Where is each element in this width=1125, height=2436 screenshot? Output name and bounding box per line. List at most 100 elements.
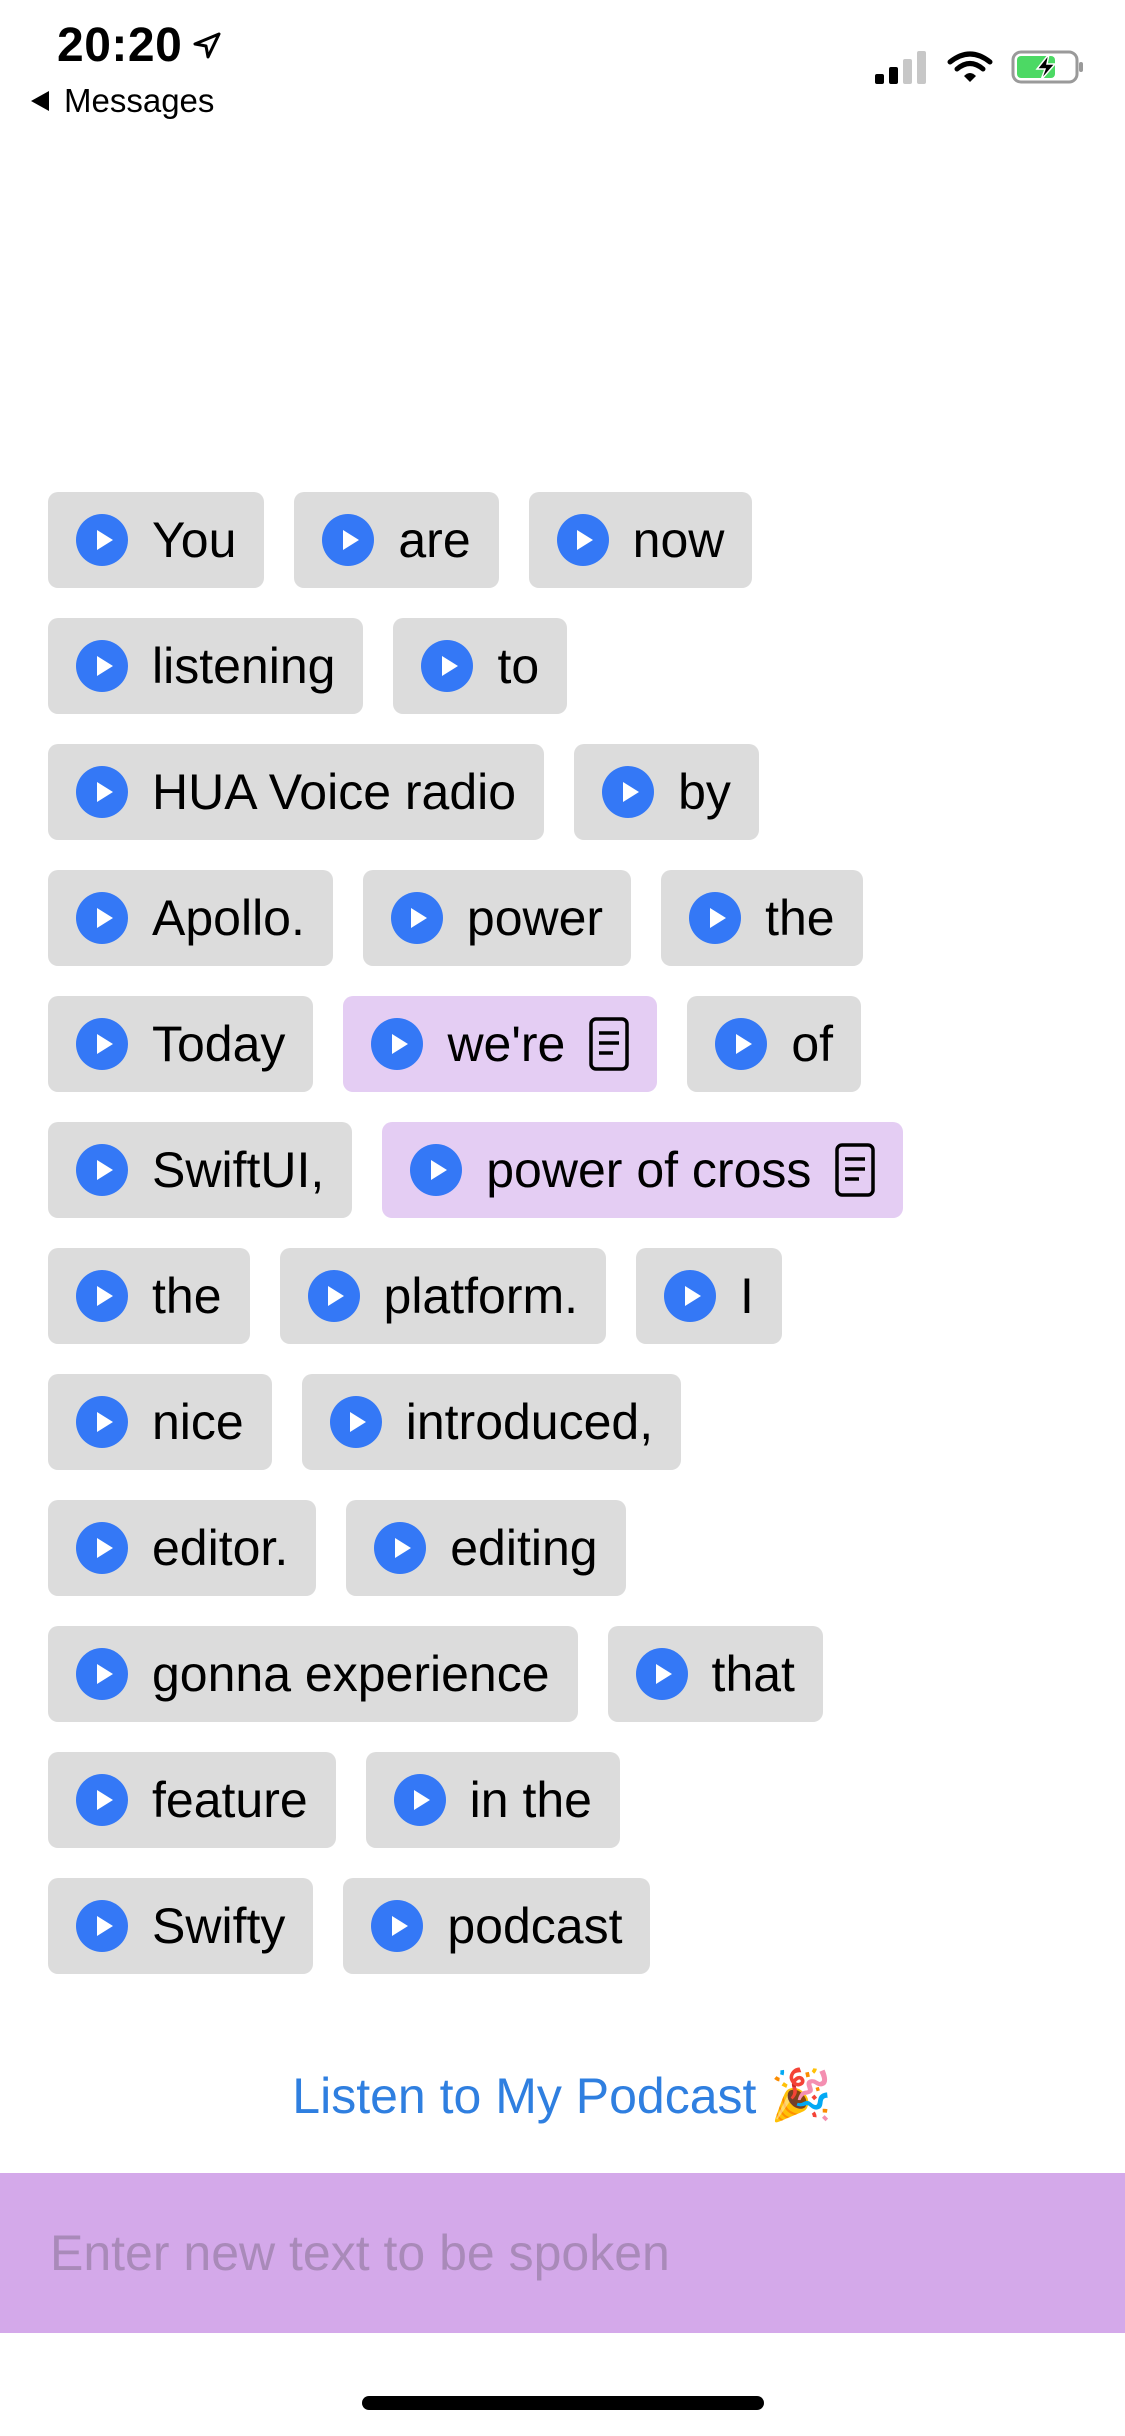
word-chip[interactable]: feature xyxy=(48,1752,336,1848)
word-chip-label: Swifty xyxy=(152,1898,286,1954)
play-icon[interactable] xyxy=(393,1774,446,1826)
word-chip[interactable]: of xyxy=(687,996,862,1092)
chip-row: Today we're of xyxy=(48,996,1088,1092)
chip-row: editor. editing xyxy=(48,1500,1088,1596)
clock: 20:20 xyxy=(57,19,183,72)
play-icon[interactable] xyxy=(76,640,128,692)
word-chip[interactable]: Swifty xyxy=(48,1878,314,1974)
word-chip[interactable]: power of cross xyxy=(382,1122,904,1218)
chip-row: SwiftUI, power of cross xyxy=(48,1122,1088,1218)
document-icon xyxy=(835,1143,876,1197)
word-chip[interactable]: editing xyxy=(346,1500,626,1596)
play-icon[interactable] xyxy=(76,766,128,818)
word-chip[interactable]: by xyxy=(574,744,759,840)
play-icon[interactable] xyxy=(322,514,375,566)
play-icon[interactable] xyxy=(76,1900,128,1952)
play-icon[interactable] xyxy=(76,892,128,944)
word-chip[interactable]: that xyxy=(607,1626,823,1722)
word-chip[interactable]: You xyxy=(48,492,265,588)
play-icon[interactable] xyxy=(421,640,474,692)
word-chip-label: to xyxy=(497,638,540,694)
word-chip[interactable]: HUA Voice radio xyxy=(48,744,545,840)
word-chip[interactable]: we're xyxy=(343,996,658,1092)
chip-row: nice introduced, xyxy=(48,1374,1088,1470)
word-chip[interactable]: nice xyxy=(48,1374,272,1470)
play-icon[interactable] xyxy=(307,1270,360,1322)
word-chip[interactable]: to xyxy=(393,618,568,714)
word-chip[interactable]: in the xyxy=(365,1752,620,1848)
home-indicator[interactable] xyxy=(362,2396,764,2410)
word-chip[interactable]: the xyxy=(48,1248,250,1344)
word-chip[interactable]: editor. xyxy=(48,1500,317,1596)
play-icon[interactable] xyxy=(76,1396,128,1448)
word-chip-label: by xyxy=(678,764,731,820)
back-triangle-icon xyxy=(30,82,50,120)
party-popper-emoji: 🎉 xyxy=(770,2067,833,2123)
battery-charging-icon xyxy=(1011,50,1085,84)
chip-row: Apollo. power the xyxy=(48,870,1088,966)
word-chip-label: that xyxy=(711,1646,795,1702)
word-chip[interactable]: platform. xyxy=(279,1248,607,1344)
play-icon[interactable] xyxy=(410,1144,463,1196)
word-chip[interactable]: are xyxy=(294,492,499,588)
word-chip[interactable]: now xyxy=(528,492,753,588)
wifi-icon xyxy=(947,50,993,84)
word-chip[interactable]: podcast xyxy=(343,1878,651,1974)
play-icon[interactable] xyxy=(76,1648,128,1700)
play-icon[interactable] xyxy=(664,1270,717,1322)
word-chip[interactable]: the xyxy=(661,870,863,966)
play-icon[interactable] xyxy=(76,1774,128,1826)
chip-row: listening to xyxy=(48,618,1088,714)
play-icon[interactable] xyxy=(76,1270,128,1322)
word-chip-label: I xyxy=(740,1268,754,1324)
play-icon[interactable] xyxy=(371,1900,424,1952)
chip-row: the platform. I xyxy=(48,1248,1088,1344)
word-chip-label: power of cross xyxy=(486,1142,812,1198)
status-time: 20:20 xyxy=(57,18,222,73)
word-chip-label: now xyxy=(632,512,725,568)
document-icon xyxy=(589,1017,630,1071)
back-to-messages[interactable]: Messages xyxy=(30,82,214,120)
chip-row: Swifty podcast xyxy=(48,1878,1088,1974)
play-icon[interactable] xyxy=(556,514,609,566)
play-icon[interactable] xyxy=(329,1396,382,1448)
play-icon[interactable] xyxy=(602,766,655,818)
play-icon[interactable] xyxy=(371,1018,424,1070)
play-icon[interactable] xyxy=(390,892,443,944)
word-chip[interactable]: power xyxy=(362,870,632,966)
word-chip-label: editor. xyxy=(152,1520,289,1576)
word-chip-label: of xyxy=(791,1016,834,1072)
play-icon[interactable] xyxy=(374,1522,427,1574)
word-chip-label: in the xyxy=(469,1772,592,1828)
word-chip[interactable]: Apollo. xyxy=(48,870,333,966)
word-chip[interactable]: listening xyxy=(48,618,364,714)
play-icon[interactable] xyxy=(76,1522,128,1574)
listen-link-label: Listen to My Podcast xyxy=(292,2067,757,2124)
location-arrow-icon xyxy=(192,31,222,61)
play-icon[interactable] xyxy=(689,892,742,944)
word-chip-label: Today xyxy=(152,1016,286,1072)
word-chip-label: the xyxy=(765,890,835,946)
word-chip[interactable]: I xyxy=(636,1248,782,1344)
speech-text-input[interactable] xyxy=(48,2223,1052,2283)
word-chip-label: SwiftUI, xyxy=(152,1142,325,1198)
status-indicators xyxy=(873,50,1085,84)
play-icon[interactable] xyxy=(76,514,128,566)
word-chip-label: gonna experience xyxy=(152,1646,550,1702)
play-icon[interactable] xyxy=(76,1018,128,1070)
play-icon[interactable] xyxy=(76,1144,128,1196)
play-icon[interactable] xyxy=(715,1018,768,1070)
word-chip-label: You xyxy=(152,512,237,568)
word-chip[interactable]: introduced, xyxy=(301,1374,682,1470)
word-chip[interactable]: gonna experience xyxy=(48,1626,578,1722)
word-chip[interactable]: SwiftUI, xyxy=(48,1122,353,1218)
chip-row: HUA Voice radio by xyxy=(48,744,1088,840)
word-chip-label: editing xyxy=(450,1520,598,1576)
word-chip-label: we're xyxy=(447,1016,566,1072)
play-icon[interactable] xyxy=(635,1648,688,1700)
word-chip-label: Apollo. xyxy=(152,890,305,946)
listen-podcast-link[interactable]: Listen to My Podcast 🎉 xyxy=(0,2066,1125,2125)
word-chip-label: feature xyxy=(152,1772,308,1828)
word-chip[interactable]: Today xyxy=(48,996,314,1092)
word-chip-label: listening xyxy=(152,638,336,694)
